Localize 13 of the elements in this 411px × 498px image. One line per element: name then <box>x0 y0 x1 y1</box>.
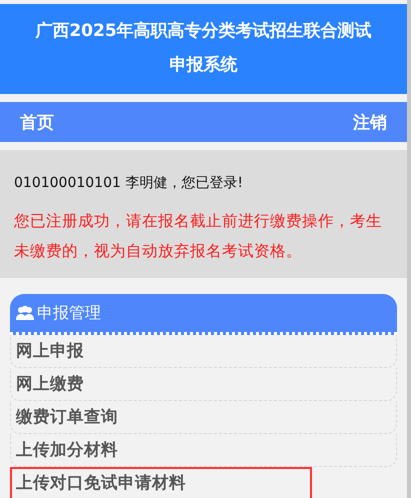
menu-item[interactable]: 上传对口免试申请材料 <box>10 467 312 498</box>
welcome-message: 010100010101 李明健，您已登录! <box>14 174 244 193</box>
menu-item[interactable]: 网上缴费 <box>10 368 397 401</box>
menu-item[interactable]: 网上申报 <box>10 335 397 368</box>
menu-item[interactable]: 缴费订单查询 <box>10 401 397 434</box>
panel-title: 申报管理 <box>37 302 101 324</box>
header-title: 广西2025年高职高专分类考试招生联合测试 <box>34 20 373 43</box>
menu-item[interactable]: 上传加分材料 <box>10 434 397 467</box>
header-title: 申报系统 <box>168 54 238 77</box>
logout-link[interactable]: 注销 <box>353 110 387 134</box>
payment-notice: 您已注册成功，请在报名截止前进行缴费操作，考生未缴费的，视为自动放弃报名考试资格。 <box>14 211 383 262</box>
users-icon <box>16 305 34 321</box>
home-link[interactable]: 首页 <box>20 110 54 134</box>
